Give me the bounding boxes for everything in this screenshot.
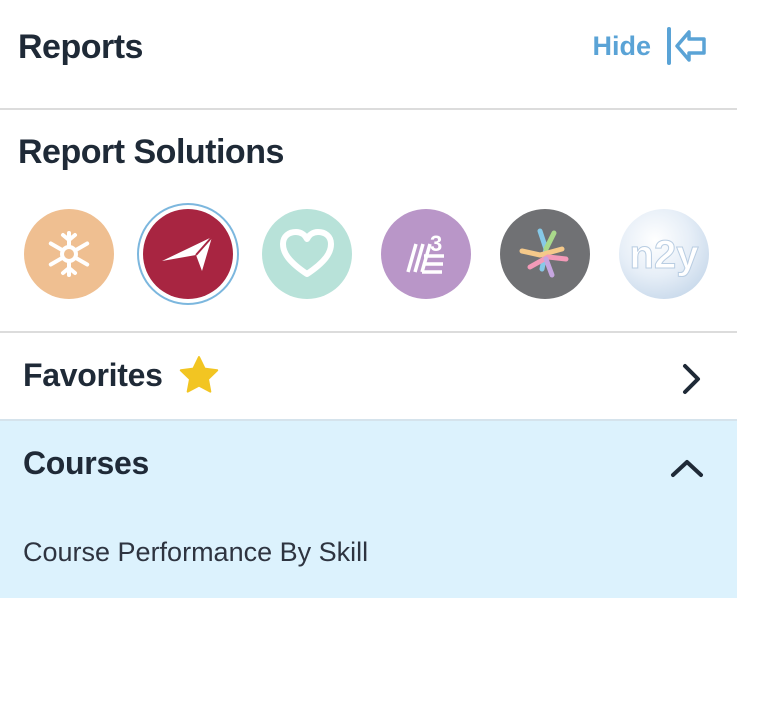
panel-header: Reports Hide xyxy=(0,0,737,110)
heart-icon xyxy=(280,229,334,277)
hide-button[interactable]: Hide xyxy=(592,26,709,66)
report-solutions-list: 3 n2y xyxy=(24,209,738,299)
colorful-knot-icon xyxy=(519,228,569,278)
panel-title: Reports xyxy=(18,28,143,66)
collapse-arrow-icon xyxy=(667,27,706,65)
courses-header[interactable]: Courses xyxy=(0,421,737,507)
n2y-globe-icon: n2y xyxy=(629,233,700,278)
courses-label: Courses xyxy=(23,445,149,481)
chevron-right-icon xyxy=(683,364,700,394)
m3-logo-icon: 3 xyxy=(406,231,444,274)
favorites-label: Favorites xyxy=(23,357,163,393)
m3-logo-text: 3 xyxy=(430,231,442,256)
courses-section: Courses Course Performance By Skill xyxy=(0,421,737,598)
paper-plane-icon xyxy=(162,236,213,271)
chevron-up-icon xyxy=(671,460,703,477)
n2y-logo-text: n2y xyxy=(630,233,700,277)
favorites-row[interactable]: Favorites xyxy=(0,333,737,421)
solution-colorful-knot[interactable] xyxy=(500,209,590,299)
snowflake-icon xyxy=(48,231,90,277)
star-icon xyxy=(179,356,219,393)
solution-paper-plane[interactable] xyxy=(143,209,233,299)
solution-n2y[interactable]: n2y xyxy=(619,209,709,299)
solution-m3[interactable]: 3 xyxy=(381,209,471,299)
reports-panel: Reports Hide Report Solutions 3 n2y Favo… xyxy=(0,0,737,722)
solution-snowflake[interactable] xyxy=(24,209,114,299)
course-performance-by-skill-link[interactable]: Course Performance By Skill xyxy=(23,537,368,568)
hide-label: Hide xyxy=(592,30,651,61)
solution-heart[interactable] xyxy=(262,209,352,299)
report-solutions-title: Report Solutions xyxy=(18,133,284,171)
